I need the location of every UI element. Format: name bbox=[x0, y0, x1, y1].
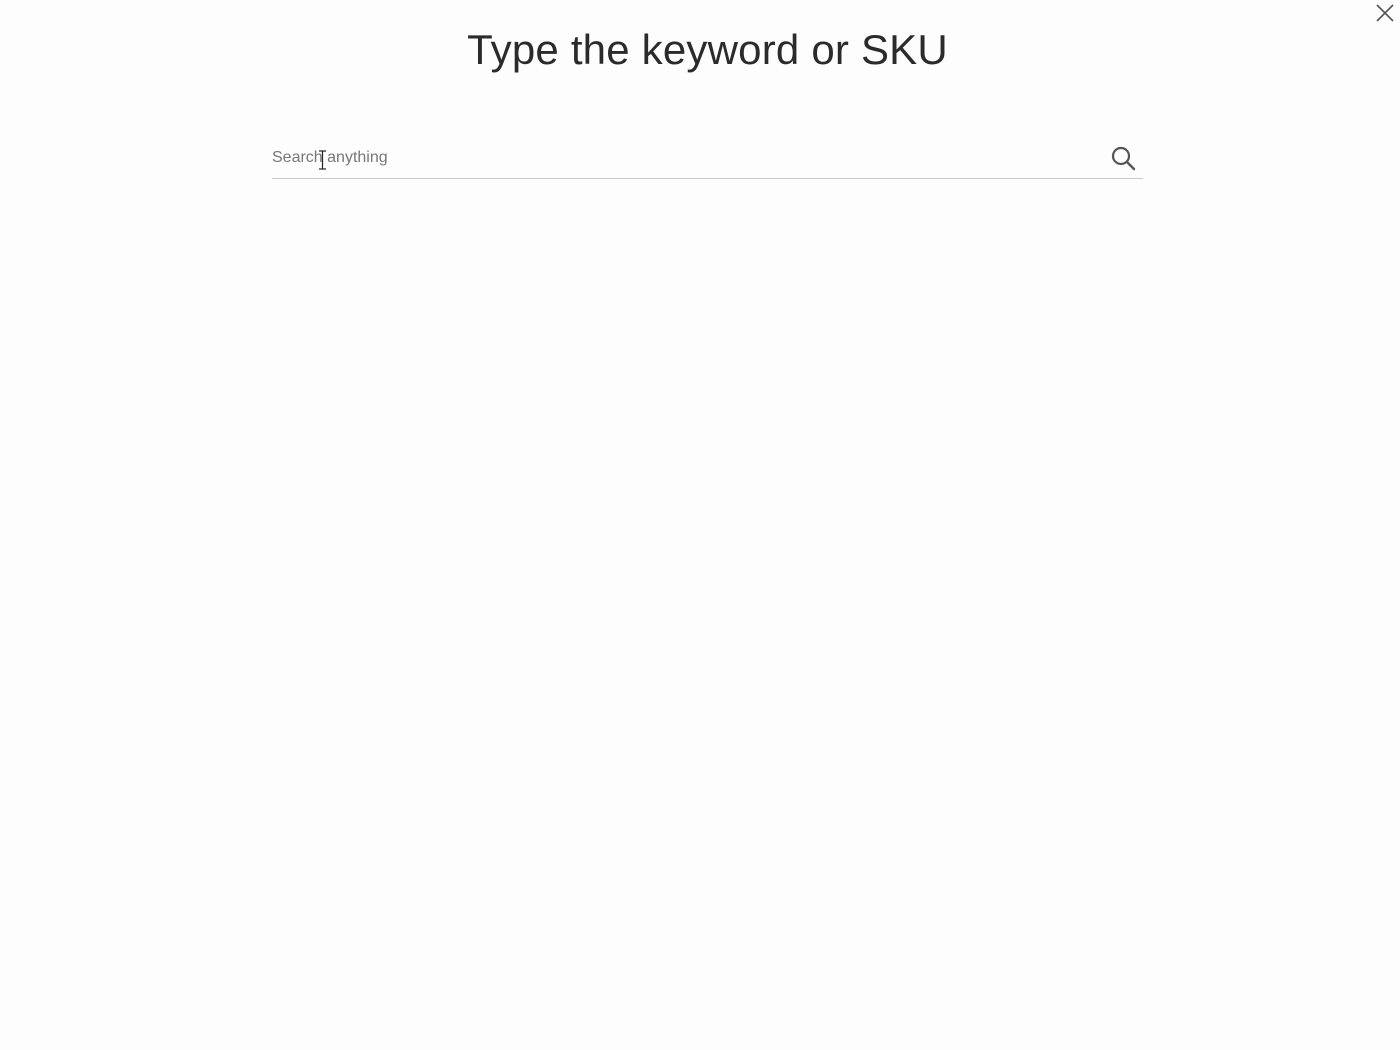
close-icon bbox=[1376, 4, 1394, 22]
search-bar bbox=[272, 138, 1143, 179]
search-input[interactable] bbox=[272, 141, 1109, 175]
page-title: Type the keyword or SKU bbox=[467, 26, 948, 73]
search-button[interactable] bbox=[1109, 144, 1137, 172]
search-icon bbox=[1111, 146, 1136, 171]
close-button[interactable] bbox=[1374, 2, 1396, 24]
search-overlay: Type the keyword or SKU bbox=[0, 0, 1400, 1050]
